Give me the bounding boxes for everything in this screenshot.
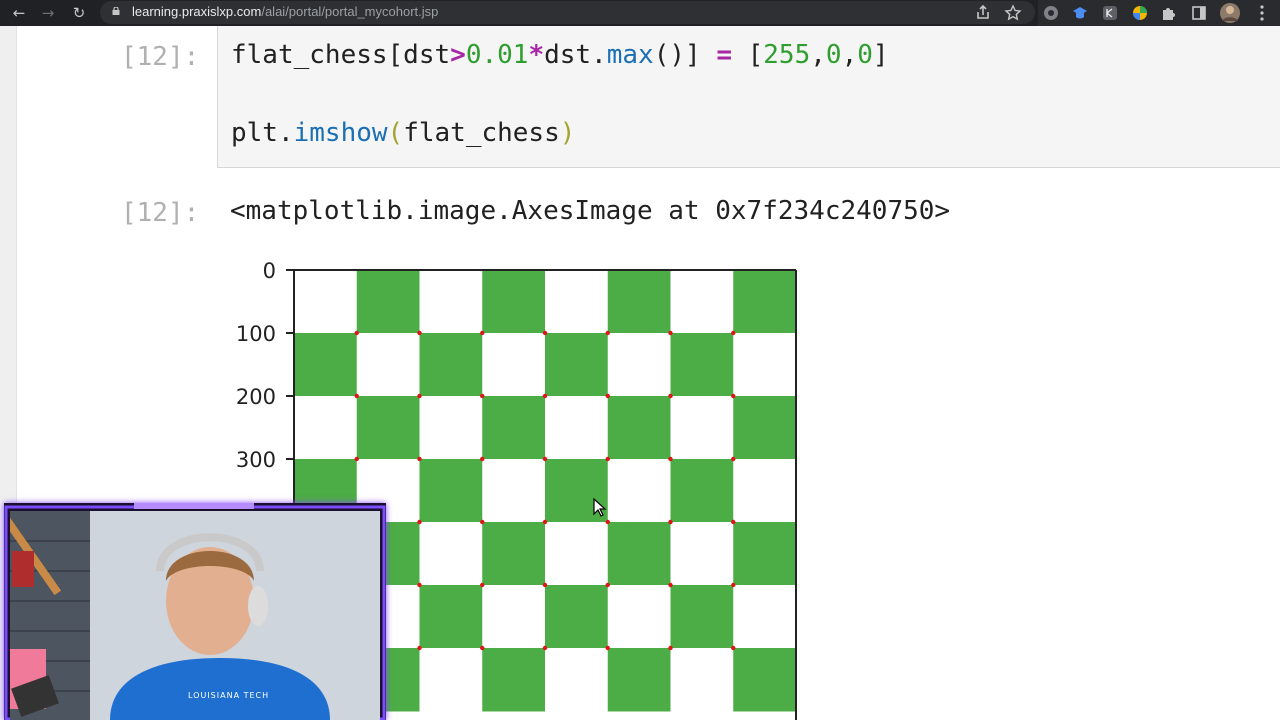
corner-marker — [542, 393, 548, 399]
corner-marker — [354, 393, 359, 399]
y-tick-label: 0 — [263, 259, 276, 283]
board-cell — [419, 585, 483, 649]
webcam-overlay: LOUISIANA TECH — [4, 503, 386, 720]
webcam-video: LOUISIANA TECH — [10, 511, 380, 720]
corner-marker — [731, 330, 736, 336]
board-cell — [733, 522, 797, 586]
corner-marker — [605, 582, 610, 588]
board-cell — [733, 585, 797, 649]
corner-marker — [731, 519, 736, 525]
corner-marker — [668, 582, 673, 588]
corner-marker — [542, 330, 548, 336]
board-cell — [607, 396, 671, 460]
board-cell — [482, 585, 546, 649]
board-cell — [733, 648, 797, 712]
board-cell — [482, 648, 546, 712]
corner-marker — [605, 519, 610, 525]
board-cell — [482, 396, 546, 460]
board-cell — [607, 585, 671, 649]
board-cell — [419, 459, 483, 523]
y-tick-label: 100 — [236, 322, 276, 346]
board-cell — [482, 270, 546, 334]
board-cell — [356, 270, 420, 334]
board-cell — [419, 396, 483, 460]
board-cell — [607, 333, 671, 397]
board-cell — [607, 459, 671, 523]
corner-marker — [731, 393, 736, 399]
board-cell — [670, 648, 734, 712]
board-cell — [419, 522, 483, 586]
corner-marker — [731, 456, 736, 462]
corner-marker — [542, 519, 548, 525]
board-cell — [607, 270, 671, 334]
corner-marker — [417, 519, 422, 525]
board-cell — [607, 522, 671, 586]
board-cell — [545, 522, 609, 586]
corner-marker — [417, 330, 422, 336]
shirt-text: LOUISIANA TECH — [188, 691, 270, 700]
corner-marker — [731, 645, 736, 651]
board-cell — [670, 333, 734, 397]
corner-marker — [605, 330, 610, 336]
corner-marker — [605, 456, 610, 462]
corner-marker — [480, 393, 485, 399]
board-cell — [482, 333, 546, 397]
corner-marker — [668, 393, 673, 399]
board-cell — [419, 270, 483, 334]
corner-marker — [417, 645, 422, 651]
corner-marker — [542, 456, 548, 462]
board-cell — [733, 333, 797, 397]
board-cell — [356, 333, 420, 397]
board-cell — [482, 459, 546, 523]
board-cell — [670, 270, 734, 334]
board-cell — [294, 270, 358, 334]
board-cell — [733, 270, 797, 334]
corner-marker — [605, 393, 610, 399]
webcam-scene — [10, 511, 380, 720]
corner-marker — [668, 456, 673, 462]
y-tick-label: 300 — [236, 448, 276, 472]
board-cell — [545, 396, 609, 460]
board-cell — [482, 522, 546, 586]
board-cell — [733, 396, 797, 460]
corner-marker — [542, 582, 548, 588]
board-cell — [545, 270, 609, 334]
corner-marker — [668, 645, 673, 651]
board-cell — [545, 648, 609, 712]
corner-marker — [480, 645, 485, 651]
board-cell — [733, 459, 797, 523]
plot-y-ticks: 0 100 200 300 — [236, 259, 294, 472]
corner-marker — [354, 456, 359, 462]
board-cell — [356, 396, 420, 460]
corner-marker — [480, 582, 485, 588]
board-cell — [545, 333, 609, 397]
corner-marker — [417, 582, 422, 588]
corner-marker — [668, 519, 673, 525]
mouse-cursor-icon — [593, 498, 607, 517]
board-cell — [670, 585, 734, 649]
board-cell — [670, 459, 734, 523]
corner-marker — [480, 456, 485, 462]
board-cell — [607, 648, 671, 712]
corner-marker — [668, 330, 673, 336]
corner-marker — [605, 645, 610, 651]
board-cell — [545, 585, 609, 649]
board-cell — [294, 333, 358, 397]
y-tick-label: 200 — [236, 385, 276, 409]
board-cell — [670, 396, 734, 460]
corner-marker — [417, 456, 422, 462]
corner-marker — [480, 519, 485, 525]
board-cell — [294, 396, 358, 460]
corner-marker — [417, 393, 422, 399]
corner-marker — [542, 645, 548, 651]
board-cell — [670, 522, 734, 586]
board-cell — [419, 333, 483, 397]
corner-marker — [731, 582, 736, 588]
board-cell — [419, 648, 483, 712]
corner-marker — [354, 330, 359, 336]
corner-marker — [480, 330, 485, 336]
